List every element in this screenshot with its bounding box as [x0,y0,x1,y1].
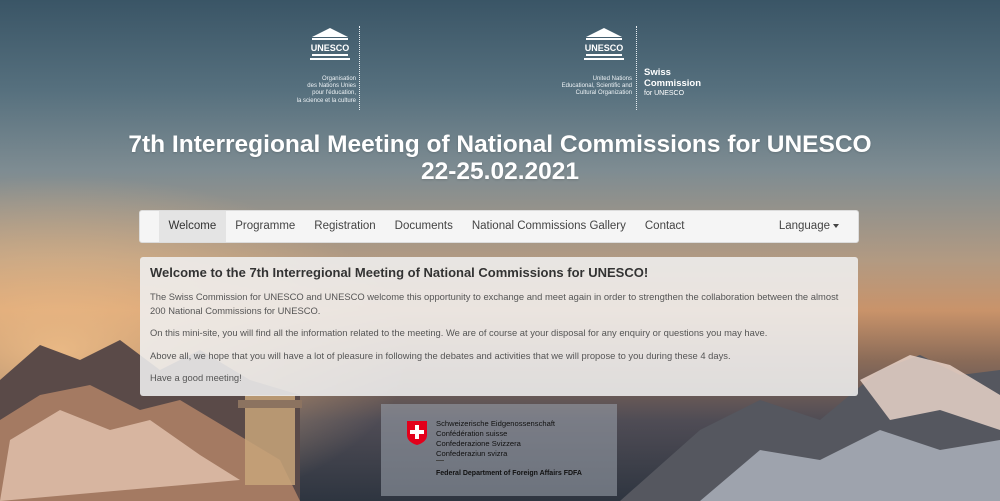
language-dropdown[interactable]: Language [779,211,839,242]
logo-separator [636,26,637,110]
welcome-paragraph: Above all, we hope that you will have a … [150,349,731,361]
for-unesco-label: for UNESCO [644,90,685,97]
organisation-name-en: United Nations Educational, Scientific a… [561,76,632,97]
footer-inner: Schweizerische Eidgenossenschaft Confédé… [381,404,617,496]
unesco-temple-icon: UNESCO [310,28,350,60]
unesco-wordmark: UNESCO [311,43,350,53]
welcome-paragraph: The Swiss Commission for UNESCO and UNES… [150,291,839,316]
unesco-logo-fr[interactable]: UNESCO Organisation des Nations Unies po… [290,26,370,110]
page-title: 7th Interregional Meeting of National Co… [128,131,872,185]
unesco-temple-icon: UNESCO [584,28,624,60]
nav-item-welcome[interactable]: Welcome [159,211,226,242]
main-navbar: Welcome Programme Registration Documents… [139,210,859,243]
nav-item-programme[interactable]: Programme [226,211,305,242]
welcome-paragraph: On this mini-site, you will find all the… [150,327,768,338]
caret-down-icon [833,223,839,228]
fdfa-footer-logo[interactable]: Schweizerische Eidgenossenschaft Confédé… [381,404,617,496]
nav-item-contact[interactable]: Contact [635,211,694,242]
nav-item-registration[interactable]: Registration [305,211,385,242]
unesco-wordmark: UNESCO [585,43,624,53]
logo-separator [359,26,360,110]
welcome-heading: Welcome to the 7th Interregional Meeting… [150,265,649,280]
welcome-paragraph: Have a good meeting! [150,372,242,383]
confederation-names: Schweizerische Eidgenossenschaft Confédé… [436,419,556,458]
welcome-panel: Welcome to the 7th Interregional Meeting… [140,257,858,396]
nav-item-documents[interactable]: Documents [385,211,462,242]
fdfa-label: Federal Department of Foreign Affairs FD… [436,470,582,477]
organisation-name-fr: Organisation des Nations Unies pour l'éd… [296,76,356,104]
footer-divider [436,460,444,461]
swiss-commission-logo[interactable]: UNESCO United Nations Educational, Scien… [556,26,726,110]
swiss-commission-name: Swiss Commission [644,67,702,89]
language-label: Language [778,220,830,232]
header: UNESCO Organisation des Nations Unies po… [0,0,1000,200]
nav-item-gallery[interactable]: National Commissions Gallery [462,211,635,242]
swiss-cross-icon [407,421,427,445]
nav-list: Welcome Programme Registration Documents… [159,211,694,242]
